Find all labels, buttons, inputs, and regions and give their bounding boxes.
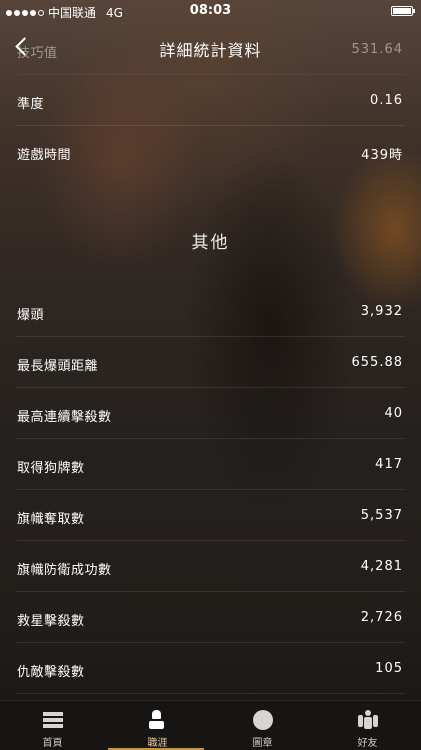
tab-career[interactable]: 職涯 [105,701,210,750]
stat-value: 439時 [361,148,403,163]
stat-label: 取得狗牌數 [17,461,85,476]
stat-value: 40 [384,406,403,421]
stat-row-nemesis-kills: 仇敵擊殺數 105 [17,644,405,694]
stat-label: 爆頭 [17,308,45,323]
stat-value: 2,726 [360,610,403,625]
stat-label: 救星擊殺數 [17,614,85,629]
stat-value: 4,281 [360,559,403,574]
page-title: 詳細統計資料 [159,41,262,60]
status-time: 08:03 [189,3,232,18]
stat-value: 417 [375,457,403,472]
stat-row-kill-streak: 最高連續擊殺數 40 [17,389,405,439]
stat-value: 0.16 [370,93,403,108]
stat-row-flags-captured: 旗幟奪取數 5,537 [17,491,405,541]
friends-icon [358,710,378,730]
stat-label: 仇敵擊殺數 [17,665,85,680]
stat-row-accuracy: 準度 0.16 [17,76,405,126]
stat-row-dog-tags: 取得狗牌數 417 [17,440,405,490]
tab-medals[interactable]: 圖章 [210,701,315,750]
tab-bar: 首頁 職涯 圖章 好友 [0,700,421,750]
battery-icon [391,6,415,16]
stat-label: 準度 [17,97,45,112]
status-bar: 中国联通 4G 08:03 [0,0,421,22]
section-title-other: 其他 [191,233,230,253]
navigation-bar: 詳細統計資料 [0,24,421,68]
stat-value: 5,537 [360,508,403,523]
stat-row-longest-headshot: 最長爆頭距離 655.88 [17,338,405,388]
tab-label: 好友 [357,738,378,749]
stat-row-flags-defended: 旗幟防衛成功數 4,281 [17,542,405,592]
stats-list[interactable]: 技巧值 531.64 準度 0.16 遊戲時間 439時 其他 爆頭 3,932… [0,0,421,700]
medal-icon [253,710,273,730]
stat-label: 遊戲時間 [17,148,72,163]
tab-label: 首頁 [42,738,63,749]
tab-home[interactable]: 首頁 [0,701,105,750]
stat-value: 655.88 [351,355,403,370]
tab-label: 職涯 [147,738,168,749]
stat-value: 105 [375,661,403,676]
stat-label: 旗幟防衛成功數 [17,563,112,578]
stat-label: 旗幟奪取數 [17,512,85,527]
stat-row-time-played: 遊戲時間 439時 [17,127,405,177]
stat-row-savior-kills: 救星擊殺數 2,726 [17,593,405,643]
career-icon [148,710,168,730]
tab-label: 圖章 [252,738,273,749]
stat-value: 3,932 [360,304,403,319]
stat-label: 最長爆頭距離 [17,359,99,374]
home-icon [43,710,63,730]
stat-label: 最高連續擊殺數 [17,410,112,425]
stat-row-headshots: 爆頭 3,932 [17,287,405,337]
tab-friends[interactable]: 好友 [315,701,420,750]
